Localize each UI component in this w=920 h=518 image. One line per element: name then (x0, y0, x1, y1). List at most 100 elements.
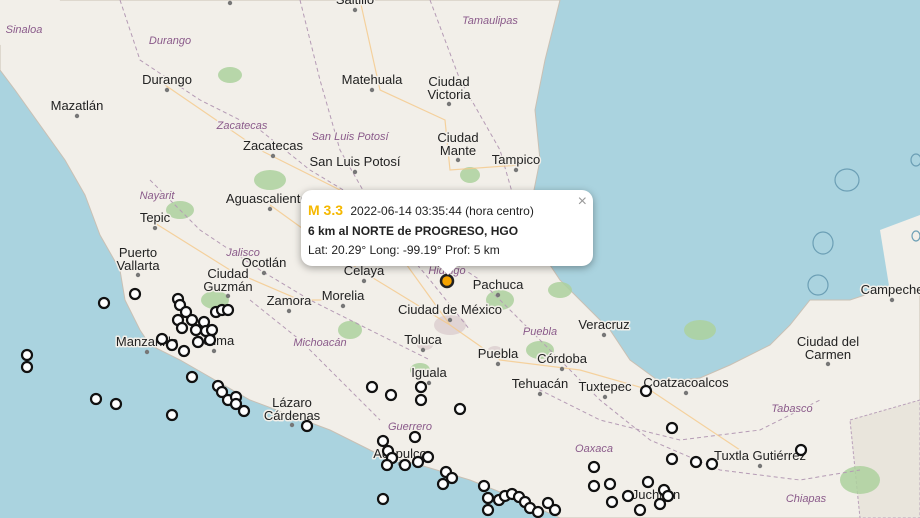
earthquake-marker[interactable] (155, 332, 169, 346)
earthquake-marker[interactable] (621, 489, 635, 503)
city-label-coatzacoalcos: Coatzacoalcos (643, 375, 729, 390)
earthquake-marker[interactable] (633, 503, 647, 517)
popup-datetime: 2022-06-14 03:35:44 (hora centro) (350, 204, 534, 218)
earthquake-marker[interactable] (436, 477, 450, 491)
earthquake-marker[interactable] (587, 460, 601, 474)
earthquake-marker[interactable] (380, 458, 394, 472)
city-dot-pachuca (495, 292, 501, 298)
earthquake-marker[interactable] (689, 455, 703, 469)
earthquake-marker[interactable] (477, 479, 491, 493)
earthquake-marker[interactable] (185, 313, 199, 327)
earthquake-marker[interactable] (89, 392, 103, 406)
earthquake-marker[interactable] (384, 388, 398, 402)
earthquake-marker[interactable] (300, 419, 314, 433)
earthquake-marker[interactable] (548, 503, 562, 517)
earthquake-marker[interactable] (794, 443, 808, 457)
earthquake-marker[interactable] (605, 495, 619, 509)
city-dot-lazaro-cardenas (289, 422, 295, 428)
city-dot-zamora (286, 308, 292, 314)
earthquake-marker[interactable] (185, 370, 199, 384)
city-label-san-luis-potosi: San Luis Potosí (309, 154, 400, 169)
city-dot-ocotlan (261, 270, 267, 276)
earthquake-marker[interactable] (189, 323, 203, 337)
earthquake-marker[interactable] (653, 497, 667, 511)
earthquake-marker[interactable] (365, 380, 379, 394)
city-dot-campeche (889, 297, 895, 303)
city-label-saltillo: Saltillo (336, 0, 374, 7)
state-label-tabasco: Tabasco (771, 403, 812, 415)
city-label-mazatlan: Mazatlán (51, 98, 104, 113)
earthquake-marker[interactable] (639, 384, 653, 398)
earthquake-marker[interactable] (411, 455, 425, 469)
popup-pointer (438, 265, 458, 275)
earthquake-marker[interactable] (603, 477, 617, 491)
earthquake-popup: M 3.3 2022-06-14 03:35:44 (hora centro) … (301, 190, 593, 275)
city-dot-cordoba (559, 366, 565, 372)
city-dot-ciudad-guzman (225, 293, 231, 299)
state-label-michoacan: Michoacán (293, 337, 346, 349)
earthquake-marker[interactable] (97, 296, 111, 310)
state-label-nayarit: Nayarit (140, 190, 176, 202)
city-label-tuxtla-gutierrez: Tuxtla Gutiérrez (714, 448, 806, 463)
earthquake-marker[interactable] (376, 434, 390, 448)
city-dot-aguascalientes (267, 206, 273, 212)
earthquake-marker[interactable] (665, 421, 679, 435)
city-dot-zacatecas (270, 153, 276, 159)
city-dot-saltillo (352, 7, 358, 13)
earthquake-marker[interactable] (481, 491, 495, 505)
city-dot-celaya (361, 278, 367, 284)
earthquake-marker[interactable] (481, 503, 495, 517)
popup-magnitude: M 3.3 (308, 202, 344, 218)
earthquake-marker[interactable] (531, 505, 545, 518)
earthquake-marker[interactable] (109, 397, 123, 411)
earthquake-marker[interactable] (398, 458, 412, 472)
city-dot-puerto-vallarta (135, 272, 141, 278)
earthquake-marker[interactable] (165, 408, 179, 422)
state-label-chiapas: Chiapas (786, 493, 827, 505)
city-label-pachuca: Pachuca (473, 277, 524, 292)
city-label-zamora: Zamora (267, 293, 313, 308)
earthquake-marker[interactable] (165, 338, 179, 352)
earthquake-marker[interactable] (453, 402, 467, 416)
city-dot-veracruz (601, 332, 607, 338)
city-dot-puebla (495, 361, 501, 367)
earthquake-marker[interactable] (191, 335, 205, 349)
popup-header: M 3.3 2022-06-14 03:35:44 (hora centro) (308, 202, 534, 218)
state-label-san-luis-potosi: San Luis Potosí (311, 131, 389, 143)
city-dot-san-luis-potosi (352, 169, 358, 175)
earthquake-marker[interactable] (376, 492, 390, 506)
earthquake-marker[interactable] (408, 430, 422, 444)
earthquake-marker[interactable] (665, 452, 679, 466)
earthquake-marker[interactable] (587, 479, 601, 493)
earthquake-marker[interactable] (641, 475, 655, 489)
city-label-tehuacan: Tehuacán (512, 376, 568, 391)
earthquake-marker[interactable] (421, 450, 435, 464)
earthquake-marker[interactable] (128, 287, 142, 301)
selected-quake-marker[interactable] (439, 273, 455, 289)
city-dot-manzanillo (144, 349, 150, 355)
earthquake-marker[interactable] (221, 303, 235, 317)
earthquake-marker[interactable] (414, 380, 428, 394)
earthquake-marker[interactable] (175, 321, 189, 335)
city-dot-ciudad-del-carmen (825, 361, 831, 367)
earthquake-marker[interactable] (177, 344, 191, 358)
city-label-puerto-vallarta: Puerto Vallarta (116, 245, 160, 273)
city-label-zacatecas: Zacatecas (243, 138, 303, 153)
earthquake-marker[interactable] (20, 360, 34, 374)
land-southeast (849, 399, 920, 518)
popup-coordinates: Lat: 20.29° Long: -99.19° Prof: 5 km (308, 243, 500, 257)
earthquake-marker[interactable] (205, 323, 219, 337)
city-dot-ciudad-victoria (446, 101, 452, 107)
earthquake-marker[interactable] (20, 348, 34, 362)
earthquake-marker[interactable] (661, 489, 675, 503)
city-label-campeche: Campeche (861, 282, 920, 297)
popup-location: 6 km al NORTE de PROGRESO, HGO (308, 224, 519, 238)
city-label-ciudad-victoria: Ciudad Victoria (427, 74, 471, 102)
earthquake-marker[interactable] (203, 333, 217, 347)
city-dot-tepic (152, 225, 158, 231)
city-label-puebla: Puebla (478, 346, 519, 361)
earthquake-marker[interactable] (414, 393, 428, 407)
earthquake-marker[interactable] (237, 404, 251, 418)
earthquake-marker[interactable] (705, 457, 719, 471)
close-icon[interactable]: × (578, 194, 587, 210)
